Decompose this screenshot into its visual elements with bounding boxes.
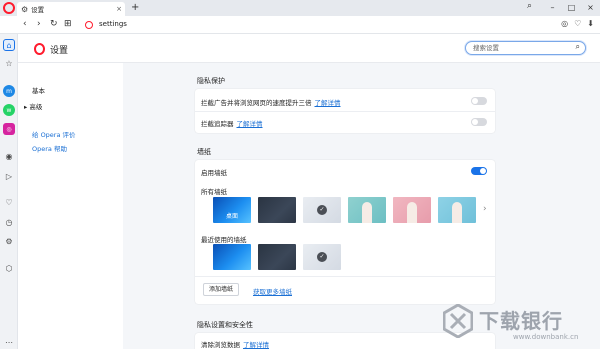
wallpaper-thumb-selected[interactable]: ✓ xyxy=(303,197,341,223)
download-icon[interactable]: ⬇ xyxy=(587,19,594,28)
wallpaper-thumb[interactable] xyxy=(393,197,431,223)
player-icon[interactable]: ◉ xyxy=(3,150,15,162)
clear-data-learn-more[interactable]: 了解详情 xyxy=(243,341,269,349)
divider xyxy=(195,111,495,112)
tab-bar: ⚙ 设置 × + ⌕ – □ × xyxy=(0,0,600,16)
maximize-button[interactable]: □ xyxy=(562,0,581,16)
get-more-wallpapers-link[interactable]: 获取更多墙纸 xyxy=(253,286,292,296)
page-title: 设置 xyxy=(50,46,69,56)
block-ads-row: 拦截广告并将浏览网页的速度提升三倍 了解详情 xyxy=(201,97,341,107)
more-icon[interactable]: ⋯ xyxy=(3,336,15,348)
chevron-right-icon[interactable]: › xyxy=(483,204,487,214)
wallpaper-thumb[interactable] xyxy=(348,197,386,223)
recent-wallpapers-label: 最近使用的墙纸 xyxy=(201,236,247,244)
security-section-title: 隐私设置和安全性 xyxy=(197,321,253,329)
sidebar: ⌂ ☆ m w ◎ ◉ ▷ ♡ ◷ ⚙ ⬡ ⋯ xyxy=(0,34,18,349)
wallpaper-thumb[interactable] xyxy=(258,197,296,223)
home-icon[interactable]: ⌂ xyxy=(3,39,15,51)
close-tab-icon[interactable]: × xyxy=(116,5,122,13)
all-wallpapers-label: 所有墙纸 xyxy=(201,188,227,196)
reload-button[interactable]: ↻ xyxy=(50,19,58,30)
watermark: 下载银行 www.downbank.cn xyxy=(443,302,593,346)
checkmark-icon: ✓ xyxy=(317,252,327,262)
wallpaper-figure xyxy=(362,202,372,223)
wallpapers-card: 启用墙纸 所有墙纸 桌面 ✓ › 最近使用的墙纸 ✓ 添加墙纸 获取更多墙纸 xyxy=(195,160,495,304)
opera-logo-icon xyxy=(34,43,45,55)
watermark-logo-icon xyxy=(443,304,473,338)
clock-icon[interactable]: ◷ xyxy=(3,216,15,228)
search-icon[interactable]: ⌕ xyxy=(576,42,580,52)
watermark-url: www.downbank.cn xyxy=(513,333,579,341)
wallpaper-thumb[interactable] xyxy=(438,197,476,223)
opera-menu-icon[interactable] xyxy=(3,2,15,14)
add-wallpaper-button[interactable]: 添加墙纸 xyxy=(203,283,239,296)
clear-data-row: 清除浏览数据 了解详情 xyxy=(201,339,269,349)
whatsapp-icon[interactable]: w xyxy=(3,104,15,116)
gear-icon[interactable]: ⚙ xyxy=(3,235,15,247)
settings-header: 设置 ⌕ xyxy=(18,34,600,63)
block-trackers-label: 拦截追踪器 xyxy=(201,120,234,128)
send-icon[interactable]: ▷ xyxy=(3,170,15,182)
enable-wallpapers-toggle[interactable] xyxy=(471,167,487,175)
recent-wallpaper-thumb[interactable] xyxy=(258,244,296,270)
snapshot-icon[interactable]: ◎ xyxy=(561,19,568,28)
messenger-icon[interactable]: m xyxy=(3,85,15,97)
bookmark-heart-icon[interactable]: ♡ xyxy=(574,19,581,28)
block-trackers-learn-more[interactable]: 了解详情 xyxy=(237,120,263,128)
wallpaper-figure xyxy=(452,202,462,223)
nav-advanced[interactable]: ▸ 高级 xyxy=(24,101,42,111)
forward-button[interactable]: › xyxy=(37,19,41,30)
divider xyxy=(195,276,495,277)
tab-settings[interactable]: ⚙ 设置 × xyxy=(17,2,125,16)
nav-basic[interactable]: 基本 xyxy=(32,85,45,95)
wallpaper-thumb[interactable]: 桌面 xyxy=(213,197,251,223)
checkmark-icon: ✓ xyxy=(317,205,327,215)
privacy-section-title: 隐私保护 xyxy=(197,77,225,85)
block-trackers-row: 拦截追踪器 了解详情 xyxy=(201,118,263,128)
rate-opera-link[interactable]: 给 Opera 评价 xyxy=(32,129,76,139)
window-controls: – □ × xyxy=(543,0,600,16)
gear-icon: ⚙ xyxy=(21,4,29,14)
heart-icon[interactable]: ♡ xyxy=(3,196,15,208)
recent-wallpaper-thumb-selected[interactable]: ✓ xyxy=(303,244,341,270)
site-info-icon[interactable] xyxy=(85,21,93,29)
star-icon[interactable]: ☆ xyxy=(3,57,15,69)
enable-wallpapers-label: 启用墙纸 xyxy=(201,169,227,177)
wallpaper-figure xyxy=(407,202,417,223)
privacy-card: 拦截广告并将浏览网页的速度提升三倍 了解详情 拦截追踪器 了解详情 xyxy=(195,89,495,133)
clear-data-label: 清除浏览数据 xyxy=(201,341,240,349)
new-tab-button[interactable]: + xyxy=(131,2,139,14)
tab-title: 设置 xyxy=(31,6,45,14)
minimize-button[interactable]: – xyxy=(543,0,562,16)
close-window-button[interactable]: × xyxy=(581,0,600,16)
block-ads-label: 拦截广告并将浏览网页的速度提升三倍 xyxy=(201,99,312,107)
extensions-icon[interactable]: ⬡ xyxy=(3,262,15,274)
address-bar: ‹ › ↻ ⊞ settings ◎ ♡ ⬇ xyxy=(0,16,600,34)
wallpaper-caption: 桌面 xyxy=(225,213,238,220)
block-ads-toggle[interactable] xyxy=(471,97,487,105)
settings-nav: 基本 ▸ 高级 给 Opera 评价 Opera 帮助 xyxy=(18,63,123,349)
block-trackers-toggle[interactable] xyxy=(471,118,487,126)
watermark-text: 下载银行 xyxy=(479,309,563,333)
opera-help-link[interactable]: Opera 帮助 xyxy=(32,143,67,153)
block-ads-learn-more[interactable]: 了解详情 xyxy=(315,99,341,107)
back-button[interactable]: ‹ xyxy=(23,19,27,30)
search-input[interactable] xyxy=(466,42,566,54)
recent-wallpaper-thumb[interactable] xyxy=(213,244,251,270)
instagram-icon[interactable]: ◎ xyxy=(3,123,15,135)
url-field[interactable]: settings xyxy=(99,20,127,28)
speed-dial-icon[interactable]: ⊞ xyxy=(64,19,72,30)
tab-search-icon[interactable]: ⌕ xyxy=(527,1,532,11)
wallpapers-section-title: 墙纸 xyxy=(197,148,211,156)
search-box: ⌕ xyxy=(465,41,586,55)
address-actions: ◎ ♡ ⬇ xyxy=(561,19,594,28)
